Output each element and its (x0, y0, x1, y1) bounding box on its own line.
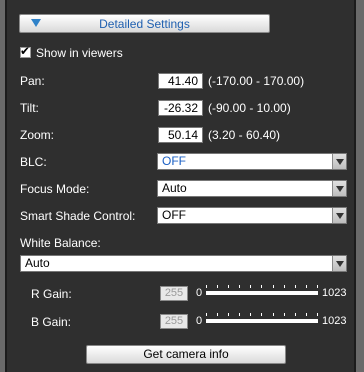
b-gain-label: B Gain: (31, 315, 72, 329)
tilt-input[interactable]: -26.32 (158, 100, 203, 116)
show-in-viewers-label: Show in viewers (36, 46, 123, 60)
blc-select[interactable]: OFF (157, 153, 347, 170)
pan-range: (-170.00 - 170.00) (208, 74, 305, 88)
focus-mode-label: Focus Mode: (20, 182, 90, 196)
pan-input[interactable]: 41.40 (158, 73, 203, 89)
zoom-range: (3.20 - 60.40) (208, 128, 281, 142)
detailed-settings-label: Detailed Settings (99, 17, 190, 31)
r-gain-slider-track (206, 291, 318, 295)
r-gain-max: 1023 (322, 287, 347, 299)
detailed-settings-button[interactable]: Detailed Settings (19, 14, 270, 33)
tilt-label: Tilt: (20, 101, 39, 115)
checkmark-icon: ✔ (20, 44, 31, 58)
focus-mode-dropdown-arrow-icon[interactable] (332, 181, 346, 196)
white-balance-value: Auto (25, 256, 50, 270)
r-gain-slider (206, 285, 318, 295)
zoom-label: Zoom: (20, 128, 55, 142)
b-gain-slider (206, 313, 318, 323)
b-gain-input: 255 (160, 314, 188, 329)
smart-shade-select[interactable]: OFF (157, 207, 347, 224)
smart-shade-label: Smart Shade Control: (20, 209, 136, 223)
b-gain-slider-track (206, 319, 318, 323)
focus-mode-select[interactable]: Auto (157, 180, 347, 197)
blc-label: BLC: (20, 155, 47, 169)
white-balance-dropdown-arrow-icon[interactable] (332, 256, 346, 271)
r-gain-input: 255 (160, 286, 188, 301)
blc-value: OFF (162, 154, 186, 168)
r-gain-min: 0 (196, 287, 203, 299)
tilt-range: (-90.00 - 10.00) (208, 101, 291, 115)
get-camera-info-button[interactable]: Get camera info (86, 345, 286, 364)
white-balance-select[interactable]: Auto (20, 255, 347, 272)
b-gain-max: 1023 (322, 315, 347, 327)
left-frame-line (5, 0, 7, 372)
zoom-input[interactable]: 50.14 (158, 127, 203, 143)
r-gain-label: R Gain: (31, 287, 72, 301)
smart-shade-value: OFF (162, 208, 186, 222)
blc-dropdown-arrow-icon[interactable] (332, 154, 346, 169)
show-in-viewers-checkbox[interactable]: ✔ (20, 44, 31, 58)
b-gain-min: 0 (196, 315, 203, 327)
right-frame-border (356, 0, 364, 372)
pan-label: Pan: (20, 74, 45, 88)
white-balance-label: White Balance: (20, 236, 101, 250)
focus-mode-value: Auto (162, 181, 187, 195)
smart-shade-dropdown-arrow-icon[interactable] (332, 208, 346, 223)
